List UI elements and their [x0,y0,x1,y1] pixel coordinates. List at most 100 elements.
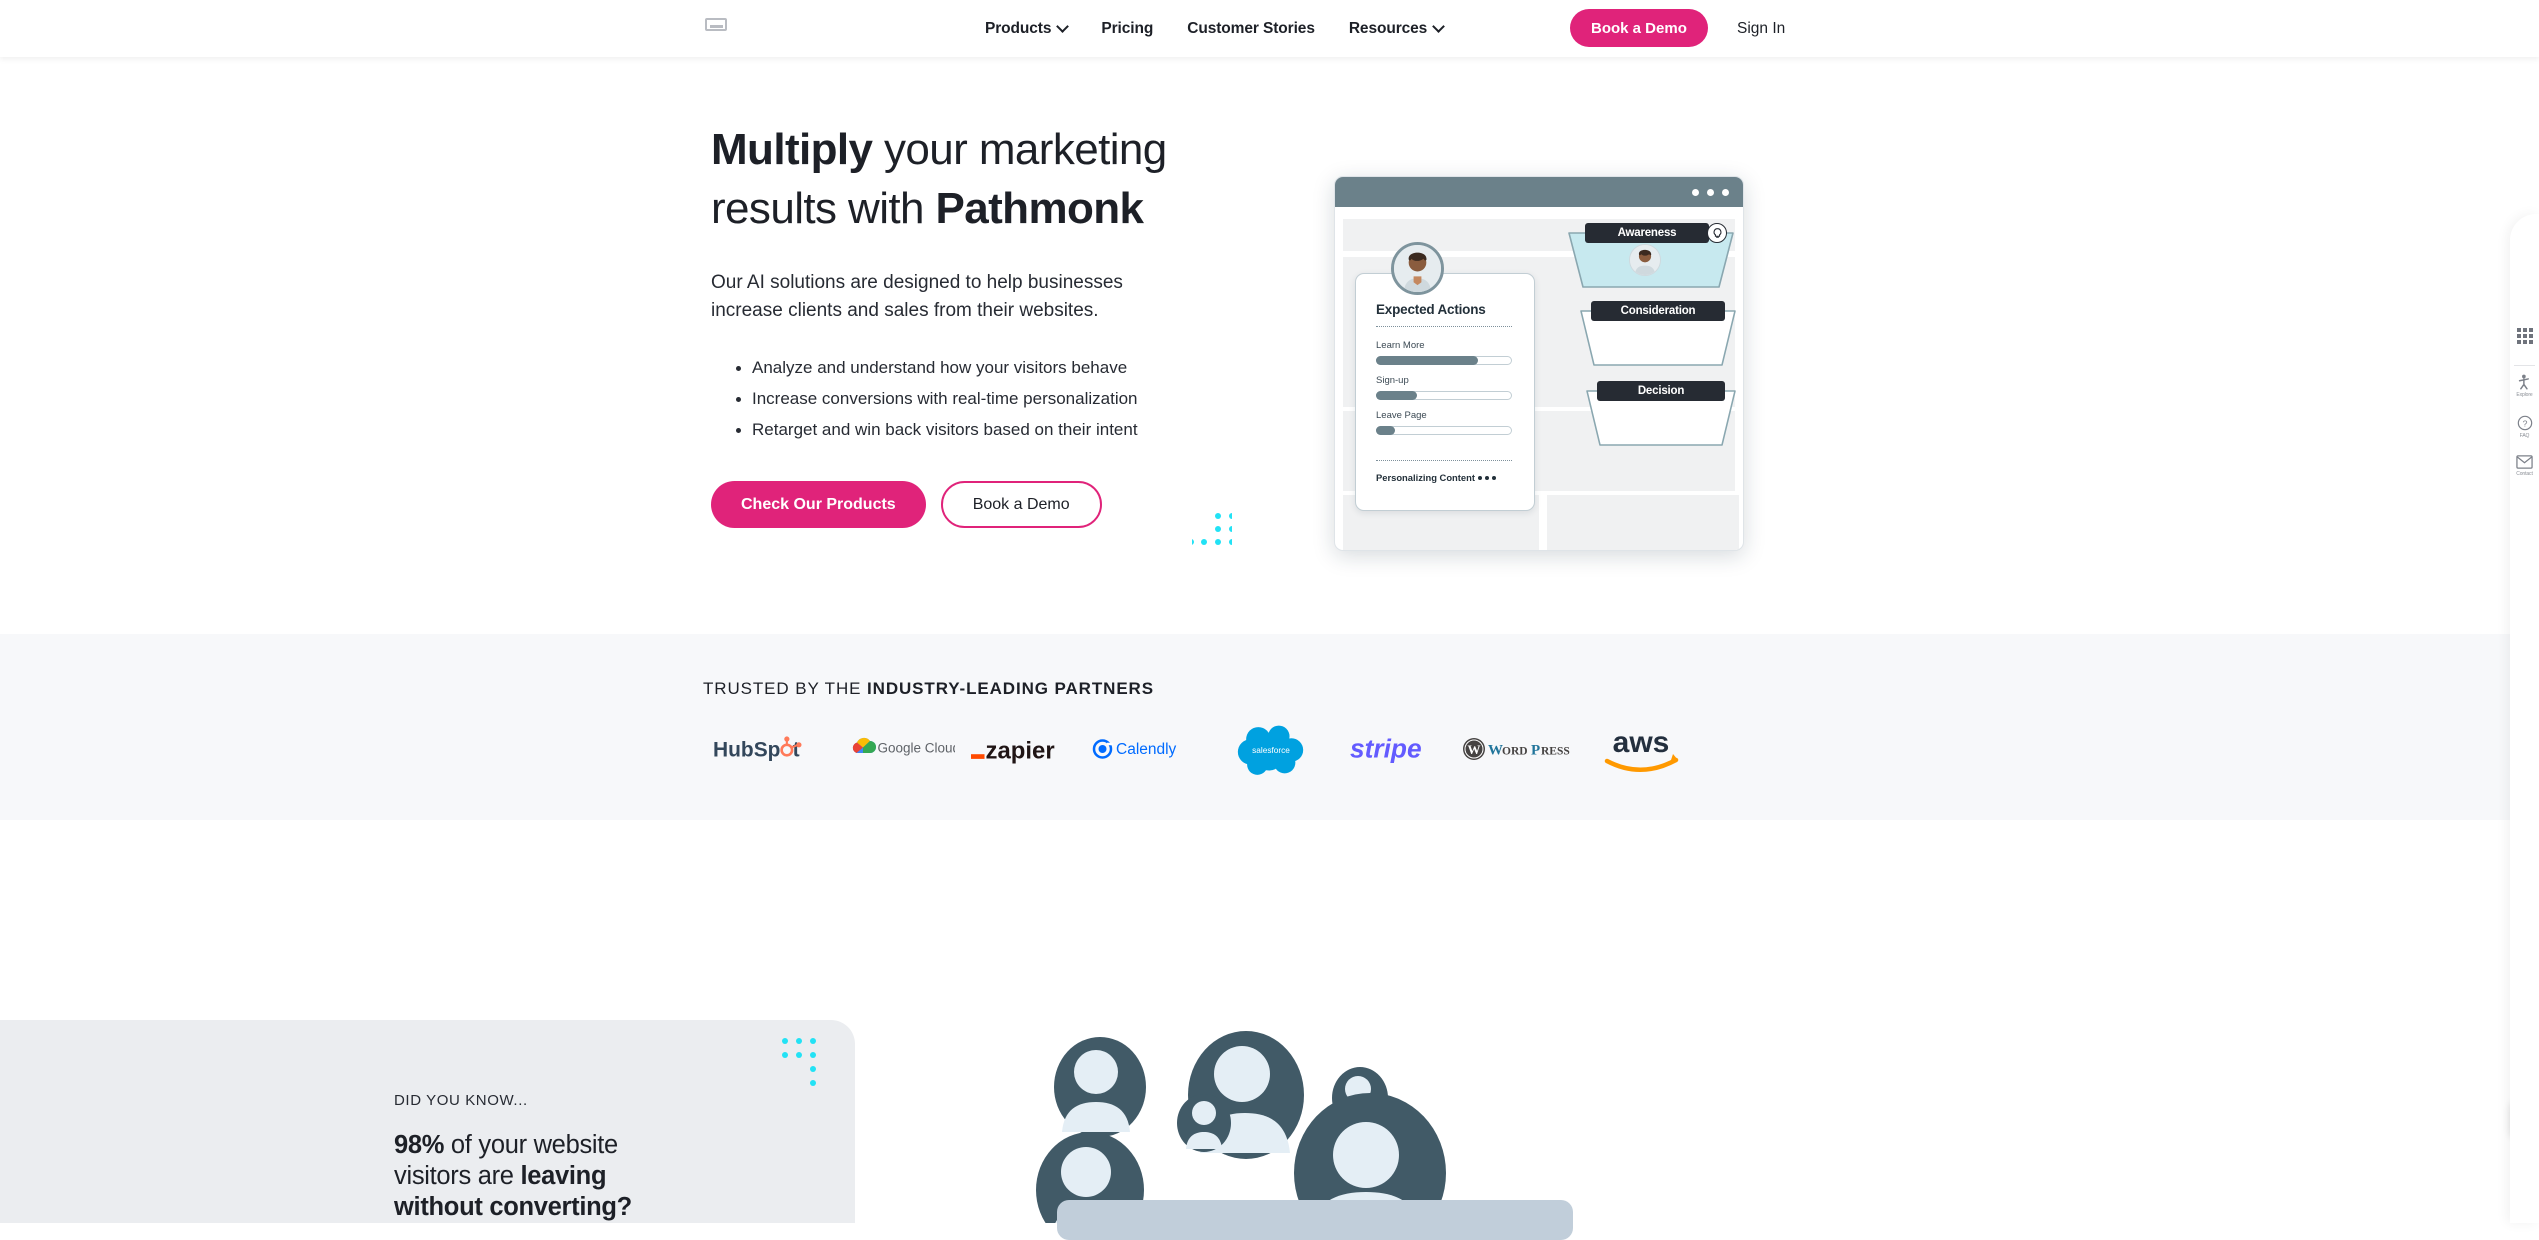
hero-title-strong-2: Pathmonk [935,184,1145,233]
hero-section: Multiply your marketing results with Pat… [0,57,2539,634]
sidebar-item-faq-label: FAQ [2519,433,2530,439]
svg-text:ORD: ORD [1502,746,1528,758]
funnel-stage-consideration: Consideration [1579,301,1737,369]
window-dot-icon [1692,189,1699,196]
nav-item-pricing-label: Pricing [1101,19,1154,37]
nav-item-resources-label: Resources [1348,19,1428,37]
partner-logo-aws: aws [1581,723,1701,775]
product-mockup: Expected Actions Learn More Sign-up Leav… [1334,176,1744,551]
google-cloud-logo-icon: Google Cloud [852,737,956,756]
mock-placeholder-block [1547,495,1739,550]
hero-copy: Multiply your marketing results with Pat… [711,120,1271,528]
check-our-products-button[interactable]: Check Our Products [711,481,926,528]
trusted-heading-light: TRUSTED BY THE [703,679,868,698]
svg-text:salesforce: salesforce [1252,746,1290,755]
sign-in-link[interactable]: Sign In [1737,0,1785,57]
funnel-stage-decision: Decision [1585,381,1737,449]
sidebar-item-explore[interactable]: Explore [2510,374,2539,398]
sidebar-item-contact[interactable]: Contact [2510,455,2539,477]
did-you-know-card: DID YOU KNOW... 98% of your website visi… [0,1020,855,1223]
nav-book-a-demo-button[interactable]: Book a Demo [1570,9,1708,47]
page-title: Multiply your marketing results with Pat… [711,120,1271,238]
svg-text:HubSp: HubSp [713,738,780,761]
nav-item-products[interactable]: Products [985,20,1067,38]
partner-logo-google-cloud: Google Cloud [833,736,961,762]
avatar-photo [1394,245,1441,292]
primary-nav-links: Products Pricing Customer Stories Resour… [985,0,1443,57]
illustration-base-bar [1057,1200,1573,1240]
divider [2514,365,2535,366]
personalizing-status-label: Personalizing Content [1376,472,1475,483]
calendly-logo-icon: Calendly [1092,739,1177,759]
chevron-down-icon [1434,22,1443,31]
window-dot-icon [1722,189,1729,196]
aws-logo-icon: aws [1604,726,1679,772]
expected-actions-title: Expected Actions [1376,302,1486,317]
hero-book-a-demo-button[interactable]: Book a Demo [940,481,1102,528]
sidebar-item-explore-label: Explore [2516,392,2533,398]
progress-track [1376,356,1512,365]
svg-text:Google Cloud: Google Cloud [878,741,956,756]
people-illustration [960,950,1580,1240]
cyan-dot-grid-decoration [1192,513,1232,545]
sidebar-item-faq[interactable]: ? FAQ [2510,415,2539,439]
did-you-know-kicker: DID YOU KNOW... [394,1092,528,1109]
progress-track [1376,426,1512,435]
explore-person-icon [2518,374,2529,390]
mockup-title-bar [1335,177,1743,207]
svg-text:W: W [1468,742,1481,757]
funnel-stage-label: Awareness [1585,223,1709,243]
nav-item-resources[interactable]: Resources [1349,20,1443,38]
list-item: Increase conversions with real-time pers… [711,383,1271,414]
hero-title-strong-1: Multiply [711,125,873,174]
nav-item-pricing[interactable]: Pricing [1101,20,1153,38]
hubspot-logo-icon: HubSp t [713,736,802,761]
divider [1376,326,1512,327]
zapier-logo-icon: zapier [971,737,1055,764]
hero-cta-group: Check Our Products Book a Demo [711,481,1271,528]
nav-item-customer-stories[interactable]: Customer Stories [1187,20,1315,38]
salesforce-logo-icon: salesforce [1237,725,1304,775]
progress-track [1376,391,1512,400]
apps-grid-icon [2516,328,2533,344]
loading-dot-icon [1484,476,1489,480]
list-item: Analyze and understand how your visitors… [711,352,1271,383]
nav-item-customer-stories-label: Customer Stories [1187,19,1315,37]
lightbulb-icon [1707,223,1727,243]
svg-text:aws: aws [1613,726,1670,759]
envelope-icon [2516,455,2533,469]
loading-dot-icon [1477,476,1482,480]
sidebar-item-apps[interactable] [2510,328,2539,344]
list-item: Retarget and win back visitors based on … [711,414,1271,445]
top-navigation-bar: Products Pricing Customer Stories Resour… [0,0,2539,57]
partner-logo-zapier: zapier [961,732,1085,766]
partner-logo-stripe: stripe [1331,731,1455,767]
sidebar-item-contact-label: Contact [2516,471,2533,477]
trusted-by-section: TRUSTED BY THE INDUSTRY-LEADING PARTNERS… [0,634,2539,820]
divider [1376,460,1512,461]
avatar-person-icon [1054,1037,1146,1137]
did-you-know-statement: 98% of your website visitors are leaving… [394,1130,694,1223]
wordpress-logo-icon: W W ORD P RESS [1463,738,1570,760]
people-avatars-graphic [1036,1031,1446,1240]
partner-logo-wordpress: W W ORD P RESS [1455,735,1581,763]
funnel-stage-awareness: Awareness [1567,223,1735,291]
svg-text:stripe: stripe [1350,734,1422,764]
cyan-dot-grid-decoration [782,1038,816,1086]
window-dot-icon [1707,189,1714,196]
site-logo-broken-image-icon[interactable] [705,18,727,31]
chevron-down-icon [1058,22,1067,31]
mockup-content: Expected Actions Learn More Sign-up Leav… [1343,215,1739,550]
question-mark-icon: ? [2517,415,2532,431]
avatar-photo [1630,245,1660,275]
hero-benefit-list: Analyze and understand how your visitors… [711,352,1271,445]
avatar [1391,242,1444,295]
trusted-by-heading: TRUSTED BY THE INDUSTRY-LEADING PARTNERS [703,679,1154,699]
partner-logo-hubspot: HubSp t [703,732,833,766]
svg-text:P: P [1531,743,1540,759]
avatar-person-icon [1177,1094,1231,1152]
svg-text:RESS: RESS [1541,746,1570,758]
avatar [1629,244,1661,276]
loading-dot-icon [1491,476,1496,480]
action-label: Sign-up [1376,375,1409,386]
